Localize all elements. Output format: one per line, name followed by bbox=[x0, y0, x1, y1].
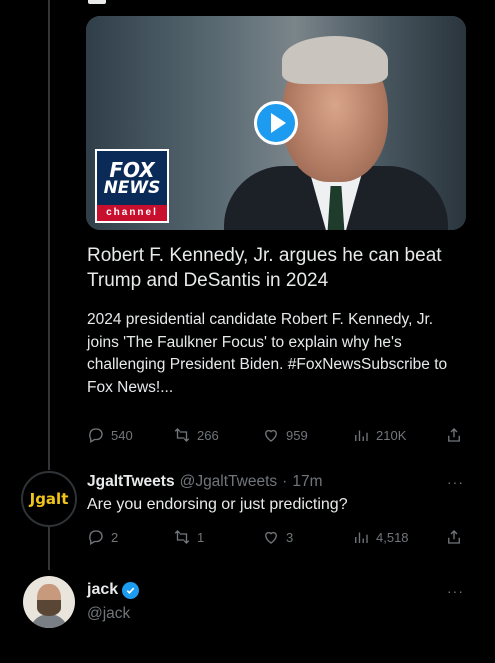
reply-header: JgaltTweets @JgaltTweets · 17m bbox=[87, 473, 323, 491]
tweet-text: Are you endorsing or just predicting? bbox=[87, 496, 348, 513]
retweet-icon bbox=[174, 428, 190, 442]
reply-button[interactable]: 2 bbox=[87, 528, 118, 546]
share-button[interactable] bbox=[445, 426, 463, 444]
thread-connector-line bbox=[48, 0, 50, 470]
avatar[interactable] bbox=[23, 576, 75, 628]
reply-icon bbox=[89, 428, 103, 443]
reply-count: 540 bbox=[111, 427, 133, 443]
reply-button[interactable]: 540 bbox=[87, 426, 133, 444]
views-count: 4,518 bbox=[376, 529, 409, 545]
retweet-button[interactable]: 266 bbox=[173, 426, 219, 444]
author-handle[interactable]: @jack bbox=[87, 605, 130, 623]
timestamp[interactable]: 17m bbox=[292, 473, 322, 491]
fox-news-logo: FOX NEWS channel bbox=[95, 149, 169, 223]
separator: · bbox=[282, 473, 288, 490]
share-button[interactable] bbox=[445, 528, 463, 546]
thumbnail-hair bbox=[282, 36, 388, 84]
views-count: 210K bbox=[376, 427, 407, 443]
verified-badge-icon bbox=[122, 581, 140, 599]
tweet-actions-bar: 540 266 959 210K bbox=[87, 425, 467, 445]
author-name[interactable]: jack bbox=[87, 581, 118, 599]
share-icon bbox=[448, 428, 460, 442]
link-preview-description[interactable]: 2024 presidential candidate Robert F. Ke… bbox=[87, 309, 467, 399]
reply-icon bbox=[89, 530, 103, 545]
thread-connector-line bbox=[48, 524, 50, 570]
play-icon[interactable] bbox=[254, 101, 298, 145]
like-count: 959 bbox=[286, 427, 308, 443]
like-count: 3 bbox=[286, 529, 294, 545]
logo-text-fox: FOX bbox=[109, 157, 155, 182]
like-button[interactable]: 3 bbox=[262, 528, 293, 546]
link-preview-media[interactable]: FOX NEWS channel bbox=[86, 16, 466, 230]
avatar-text: Jgalt bbox=[29, 490, 69, 508]
views-button[interactable]: 4,518 bbox=[352, 528, 409, 546]
author-name[interactable]: JgaltTweets bbox=[87, 473, 175, 491]
retweet-count: 1 bbox=[197, 529, 205, 545]
tweet-actions-bar: 2 1 3 4,518 bbox=[87, 527, 467, 547]
author-handle[interactable]: @JgaltTweets bbox=[180, 473, 278, 491]
more-options-button[interactable]: ··· bbox=[447, 583, 464, 599]
author-name-row: jack bbox=[87, 581, 140, 599]
avatar[interactable]: Jgalt bbox=[21, 471, 77, 527]
retweet-icon bbox=[174, 530, 190, 544]
like-icon bbox=[265, 429, 277, 442]
views-icon bbox=[355, 532, 368, 543]
logo-text-channel: channel bbox=[97, 205, 167, 221]
views-button[interactable]: 210K bbox=[352, 426, 406, 444]
share-icon bbox=[448, 530, 460, 544]
like-icon bbox=[265, 531, 277, 544]
previous-content-edge bbox=[88, 0, 106, 4]
link-preview-title[interactable]: Robert F. Kennedy, Jr. argues he can bea… bbox=[87, 243, 462, 293]
retweet-button[interactable]: 1 bbox=[173, 528, 204, 546]
more-options-button[interactable]: ··· bbox=[447, 474, 464, 490]
reply-count: 2 bbox=[111, 529, 119, 545]
like-button[interactable]: 959 bbox=[262, 426, 308, 444]
views-icon bbox=[355, 430, 368, 441]
retweet-count: 266 bbox=[197, 427, 219, 443]
logo-text-news: NEWS bbox=[103, 177, 161, 198]
